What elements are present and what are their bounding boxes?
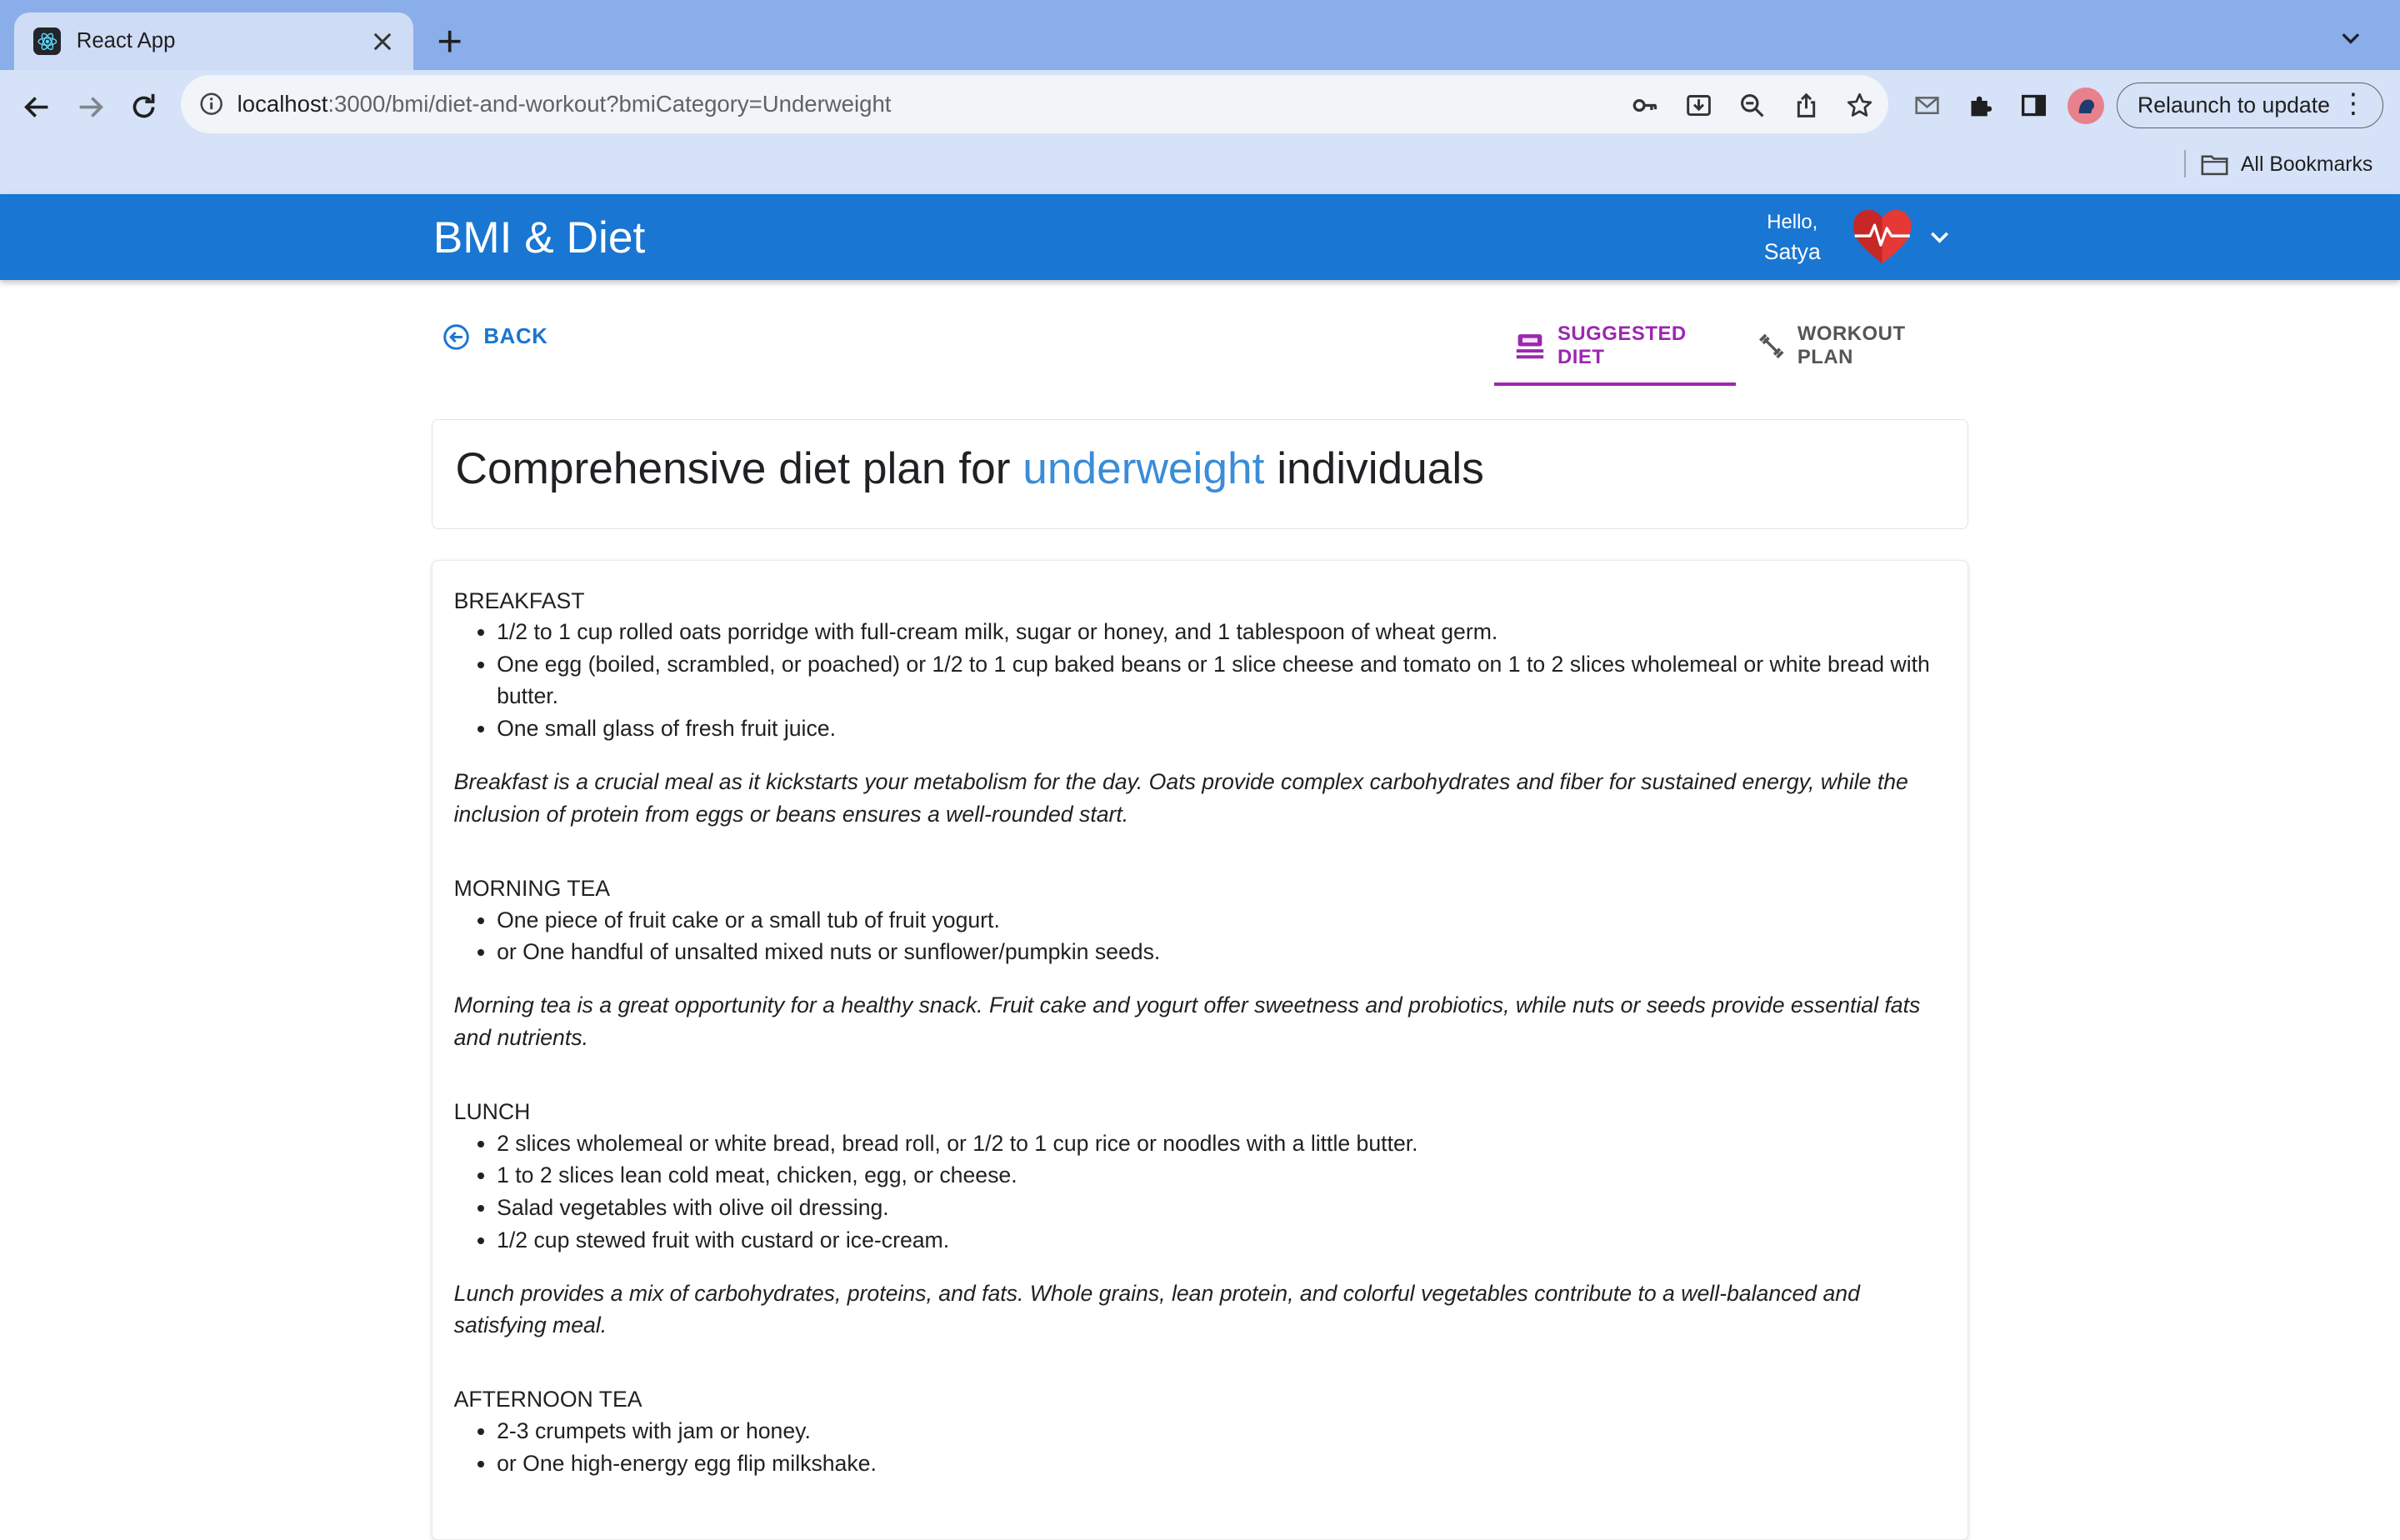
title-suffix: individuals (1264, 443, 1484, 493)
share-icon[interactable] (1791, 90, 1822, 121)
close-tab-icon[interactable] (368, 26, 398, 57)
page-title: Comprehensive diet plan for underweight … (455, 443, 1483, 494)
selected-tab-indicator (1493, 382, 1736, 386)
user-menu-chevron-icon[interactable] (1926, 223, 1953, 251)
install-app-icon[interactable] (1683, 90, 1714, 121)
relaunch-label: Relaunch to update (2138, 92, 2330, 118)
user-name: Satya (1763, 238, 1821, 264)
meal-item: Salad vegetables with olive oil dressing… (497, 1192, 1946, 1224)
address-bar[interactable]: localhost:3000/bmi/diet-and-workout?bmiC… (180, 74, 1889, 133)
browser-tab[interactable]: React App (13, 12, 413, 71)
tab-title: React App (76, 29, 176, 53)
bookmark-star-icon[interactable] (1844, 90, 1875, 121)
meal-items-list: 2 slices wholemeal or white bread, bread… (454, 1128, 1947, 1256)
meal-section-afternoon-tea: AFTERNOON TEA 2-3 crumpets with jam or h… (454, 1384, 1947, 1479)
password-key-icon[interactable] (1630, 90, 1661, 121)
url-text: localhost:3000/bmi/diet-and-workout?bmiC… (238, 91, 892, 118)
meal-item: 1/2 cup stewed fruit with custard or ice… (497, 1224, 1946, 1257)
meal-items-list: One piece of fruit cake or a small tub o… (454, 904, 1947, 968)
meal-section-breakfast: BREAKFAST 1/2 to 1 cup rolled oats porri… (454, 586, 1947, 831)
diet-plan-card: BREAKFAST 1/2 to 1 cup rolled oats porri… (431, 560, 1968, 1540)
meal-item: 2 slices wholemeal or white bread, bread… (497, 1128, 1946, 1160)
browser-tabstrip: React App (0, 0, 2400, 71)
back-button[interactable]: BACK (442, 323, 548, 351)
meal-item: One small glass of fresh fruit juice. (497, 712, 1946, 745)
bookmarks-divider (2183, 149, 2186, 178)
greeting-text: Hello, (1767, 210, 1818, 233)
meal-item: or One high-energy egg flip milkshake. (497, 1448, 1946, 1480)
user-greeting: Hello, Satya (1760, 208, 1824, 267)
meal-item: or One handful of unsalted mixed nuts or… (497, 936, 1946, 968)
tab-workout-plan[interactable]: WORKOUT PLAN (1758, 306, 1953, 386)
all-bookmarks-button[interactable]: All Bookmarks (2201, 153, 2372, 177)
dining-icon (1517, 333, 1544, 358)
forward-arrow-icon[interactable] (69, 86, 112, 128)
url-path: :3000/bmi/diet-and-workout?bmiCategory=U… (328, 90, 892, 117)
site-info-icon[interactable] (198, 90, 225, 118)
meal-items-list: 1/2 to 1 cup rolled oats porridge with f… (454, 616, 1947, 744)
zoom-icon[interactable] (1738, 90, 1768, 121)
back-label: BACK (483, 324, 548, 348)
relaunch-to-update-button[interactable]: Relaunch to update ⋮ (2117, 82, 2383, 129)
profile-avatar[interactable] (2068, 87, 2105, 124)
meal-item: 1/2 to 1 cup rolled oats porridge with f… (497, 616, 1946, 648)
meal-title: BREAKFAST (453, 588, 585, 613)
tab-suggested-diet-label: SUGGESTED DIET (1557, 322, 1687, 369)
meal-title: AFTERNOON TEA (453, 1387, 642, 1412)
side-panel-icon[interactable] (2018, 89, 2051, 122)
meal-section-lunch: LUNCH 2 slices wholemeal or white bread,… (454, 1097, 1947, 1342)
tab-workout-plan-label: WORKOUT PLAN (1797, 322, 1906, 369)
meal-description: Breakfast is a crucial meal as it kickst… (453, 769, 1908, 827)
meal-item: One egg (boiled, scrambled, or poached) … (497, 648, 1946, 712)
bmi-category-highlight: underweight (1022, 443, 1265, 493)
dumbbell-icon (1758, 333, 1784, 358)
extensions-puzzle-icon[interactable] (1963, 89, 1997, 122)
app-brand-title: BMI & Diet (432, 213, 646, 263)
heart-pulse-icon[interactable] (1852, 208, 1912, 267)
meal-description: Lunch provides a mix of carbohydrates, p… (453, 1280, 1860, 1338)
app-header: BMI & Diet Hello, Satya (0, 194, 2400, 281)
diet-title-card: Comprehensive diet plan for underweight … (431, 419, 1968, 530)
folder-icon (2201, 155, 2228, 175)
url-host: localhost (237, 90, 328, 117)
meal-item: 2-3 crumpets with jam or honey. (497, 1415, 1946, 1448)
browser-toolbar: localhost:3000/bmi/diet-and-workout?bmiC… (0, 70, 2400, 195)
meal-item: One piece of fruit cake or a small tub o… (497, 904, 1946, 937)
back-arrow-icon[interactable] (15, 86, 58, 128)
title-prefix: Comprehensive diet plan for (455, 443, 1023, 493)
meal-items-list: 2-3 crumpets with jam or honey. or One h… (454, 1415, 1947, 1479)
all-bookmarks-label: All Bookmarks (2240, 152, 2373, 176)
back-circle-arrow-icon (443, 323, 469, 350)
tab-suggested-diet[interactable]: SUGGESTED DIET (1494, 306, 1736, 386)
tab-search-chevron-icon[interactable] (2332, 20, 2369, 57)
meal-description: Morning tea is a great opportunity for a… (453, 992, 1921, 1051)
meal-section-morning-tea: MORNING TEA One piece of fruit cake or a… (454, 873, 1947, 1054)
mail-extension-icon[interactable] (1910, 89, 1943, 122)
reload-icon[interactable] (122, 86, 165, 128)
meal-title: MORNING TEA (453, 875, 611, 901)
meal-item: 1 to 2 slices lean cold meat, chicken, e… (497, 1159, 1946, 1192)
meal-title: LUNCH (453, 1099, 531, 1125)
new-tab-icon[interactable] (428, 20, 471, 62)
browser-menu-icon[interactable]: ⋮ (2339, 89, 2367, 118)
react-logo-icon (33, 28, 62, 56)
